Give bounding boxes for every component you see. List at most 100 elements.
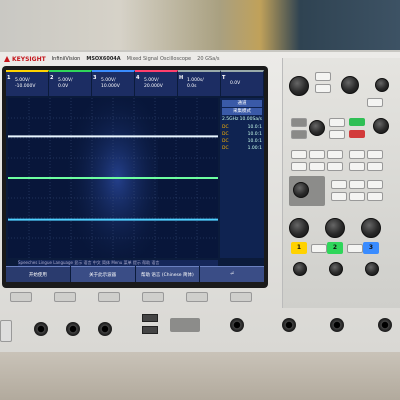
acq-rate-value: 10.00Sa/s [239,117,262,123]
trigger-button-4[interactable] [367,162,383,171]
power-button[interactable] [0,320,12,342]
subtitle-label: Mixed Signal Oscilloscope [126,56,192,62]
channel-1-button[interactable]: 1 [291,242,307,254]
entry-knob[interactable] [289,76,309,96]
trigger-status[interactable]: T 0.0V [221,70,264,96]
waveform-button-2[interactable] [309,150,325,159]
panel-button-1[interactable] [315,72,331,81]
waveform-button-1[interactable] [291,150,307,159]
channel-info-panel: 通道 采集模式 2.5GHz 10.00Sa/s DC 10.0:1 DC 10.0… [220,98,264,258]
ch2-scale-knob[interactable] [325,218,345,238]
channel-3-button[interactable]: 3 [363,242,379,254]
tools-button-2[interactable] [349,180,365,189]
sample-rate-row: 2.5GHz 10.00Sa/s [222,116,262,123]
usb-port-2[interactable] [142,326,158,334]
trigger-button-3[interactable] [349,162,365,171]
channel-2-input[interactable] [282,318,296,332]
usb-port-1[interactable] [142,314,158,322]
coupling-1: DC [222,124,229,130]
trigger-button-2[interactable] [367,150,383,159]
oscilloscope: KEYSIGHT InfiniiVision MSOX6004A Mixed S… [0,50,400,352]
horizontal-status[interactable]: H 1.000s/ 0.0s [178,70,221,96]
channel-status-bar: 1 5.00V/ -10.000V 2 5.00V/ 0.0V 3 5.00V/… [6,70,264,96]
trigger-level-knob[interactable] [373,118,389,134]
channel-1-input[interactable] [230,318,244,332]
channel-2-status[interactable]: 2 5.00V/ 0.0V [49,70,92,96]
waveform-button-4[interactable] [291,162,307,171]
run-stop-aux-button[interactable] [367,98,383,107]
channel-3-number: 3 [93,75,97,81]
ch3-scale-knob[interactable] [361,218,381,238]
physical-softkey-6[interactable] [230,292,252,302]
acquire-button[interactable] [329,118,345,127]
horizontal-scale-knob[interactable] [341,76,359,94]
display-button[interactable] [329,130,345,139]
softkey-getting-started[interactable]: 开始使用 [6,266,70,282]
tools-button-1[interactable] [331,180,347,189]
side-panel-title: 通道 [222,100,262,108]
instrument-header: KEYSIGHT InfiniiVision MSOX6004A Mixed S… [0,52,284,66]
probe-ratio-1: 10.0:1 [247,124,262,130]
channel-2-number: 2 [50,75,54,81]
trigger-button-1[interactable] [349,150,365,159]
physical-softkey-5[interactable] [186,292,208,302]
cursors-button[interactable] [291,130,307,139]
physical-softkey-4[interactable] [142,292,164,302]
digital-input-port[interactable] [170,318,200,332]
channel-3-input[interactable] [330,318,344,332]
coupling-3: DC [222,138,229,144]
trigger-level: 0.0V [230,81,241,87]
brand-logo: KEYSIGHT [4,56,46,63]
channel-2-button[interactable]: 2 [327,242,343,254]
math-button[interactable] [311,244,327,253]
softkey-menu: 开始使用 关于此示波器 帮助 语言 (Chinese 简体) ⏎ [6,266,264,282]
model-label: MSOX6004A [86,56,121,62]
channel-1-status[interactable]: 1 5.00V/ -10.000V [6,70,49,96]
probe-row-2: DC 10.0:1 [222,131,262,138]
front-bnc-connector-1[interactable] [34,322,48,336]
tools-button-3[interactable] [367,180,383,189]
probe-row-4: DC 1.00:1 [222,145,262,152]
physical-softkey-3[interactable] [98,292,120,302]
run-button[interactable] [349,118,365,126]
front-bnc-connector-2[interactable] [66,322,80,336]
waveform-display[interactable] [8,98,218,258]
ch2-position-knob[interactable] [329,262,343,276]
ch3-position-knob[interactable] [365,262,379,276]
timebase-offset: 0.0s [187,84,197,89]
cursors-knob[interactable] [309,120,325,136]
waveform-button-6[interactable] [327,162,343,171]
softkey-language[interactable]: 帮助 语言 (Chinese 简体) [135,266,200,282]
horizontal-label: H [179,75,184,81]
panel-button-2[interactable] [315,84,331,93]
physical-softkeys [4,292,274,302]
ch1-position-knob[interactable] [293,262,307,276]
channel-3-status[interactable]: 3 5.00V/ 10.000V [92,70,135,96]
probe-row-1: DC 10.0:1 [222,124,262,131]
softkey-back[interactable]: ⏎ [200,266,264,282]
horizontal-position-knob[interactable] [375,78,389,92]
tools-knob[interactable] [293,182,309,198]
sample-rate-label: 20 GSa/s [197,56,220,62]
channel-2-offset: 0.0V [58,84,69,89]
tools-button-6[interactable] [367,192,383,201]
measure-button[interactable] [291,118,307,127]
waveform-button-3[interactable] [327,150,343,159]
coupling-4: DC [222,146,229,152]
physical-softkey-1[interactable] [10,292,32,302]
keysight-logo-icon [4,56,10,62]
ref-button[interactable] [347,244,363,253]
channel-4-number: 4 [136,75,140,81]
waveform-button-5[interactable] [309,162,325,171]
tools-button-4[interactable] [331,192,347,201]
physical-softkey-2[interactable] [54,292,76,302]
probe-row-3: DC 10.0:1 [222,138,262,145]
softkey-about[interactable]: 关于此示波器 [70,266,135,282]
trigger-label: T [222,75,226,81]
stop-button[interactable] [349,130,365,138]
ch1-scale-knob[interactable] [289,218,309,238]
front-bnc-connector-3[interactable] [98,322,112,336]
channel-4-input[interactable] [378,318,392,332]
channel-4-status[interactable]: 4 5.00V/ 20.000V [135,70,178,96]
tools-button-5[interactable] [349,192,365,201]
